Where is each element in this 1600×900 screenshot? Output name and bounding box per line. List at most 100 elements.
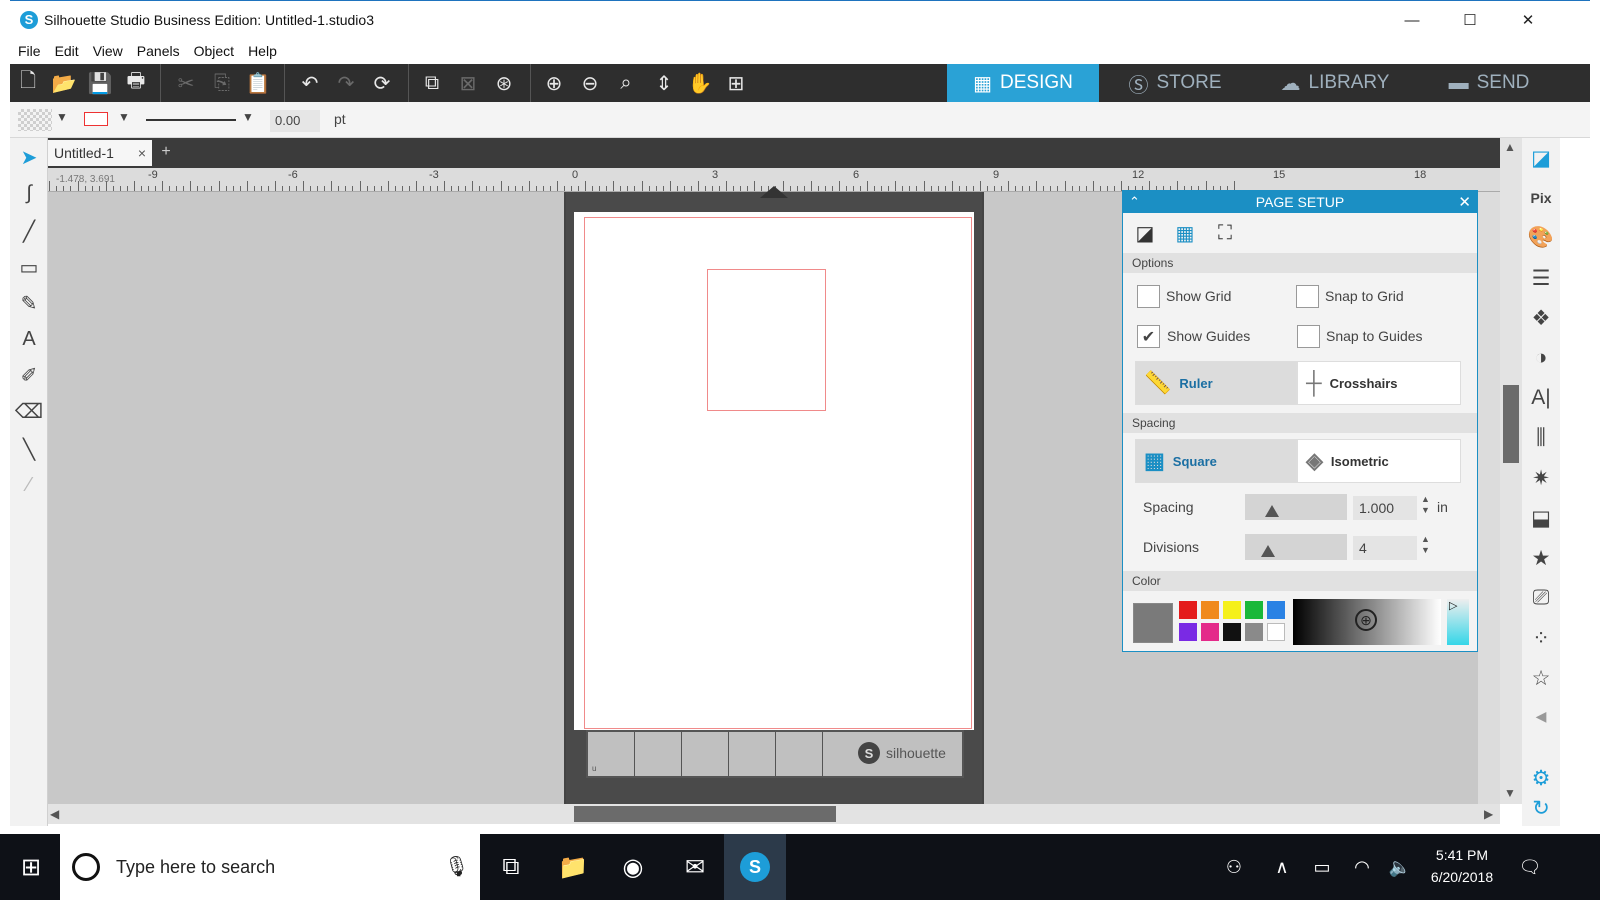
color-swatch[interactable] [1245,623,1263,641]
text-tool-icon[interactable]: A [14,324,44,354]
line-style-dropdown-icon[interactable]: ▼ [242,110,254,124]
print-icon[interactable]: 🖶 [120,67,152,99]
microphone-icon[interactable]: 🎙 [444,854,469,879]
file-explorer-icon[interactable]: 📁 [542,834,604,900]
align-icon[interactable]: ⫼ [1526,422,1556,454]
show-guides-checkbox[interactable]: ✔ [1137,325,1160,348]
add-tab-button[interactable]: + [155,140,177,164]
rectangle-tool-icon[interactable]: ▭ [14,252,44,282]
slider-knob[interactable] [1261,545,1275,557]
line-style-preview[interactable] [146,119,236,121]
undo-icon[interactable]: ↶ [294,67,326,99]
color-swatch[interactable] [1179,601,1197,619]
scroll-left-icon[interactable]: ◀ [50,807,59,821]
battery-icon[interactable]: ▭ [1306,834,1338,900]
silhouette-app-icon[interactable]: S [724,834,786,900]
color-swatch[interactable] [1223,601,1241,619]
square-grid-button[interactable]: ▦ Square [1135,439,1297,483]
crosshairs-style-button[interactable]: ┼ Crosshairs [1297,361,1461,405]
maximize-button[interactable]: ☐ [1442,1,1498,39]
windows-start-icon[interactable]: ⊞ [0,834,62,900]
cut-icon[interactable]: ✂ [170,67,202,99]
line-color-dropdown-icon[interactable]: ▼ [118,110,130,124]
divisions-input[interactable]: 4 [1353,536,1417,560]
scroll-right-icon[interactable]: ▶ [1484,807,1493,821]
wifi-icon[interactable]: ◠ [1346,834,1378,900]
volume-icon[interactable]: 🔈 [1384,834,1416,900]
spacing-slider[interactable] [1245,494,1347,520]
ruler-style-button[interactable]: 📏 Ruler [1135,361,1297,405]
redo-icon[interactable]: ↷ [330,67,362,99]
snap-to-grid-checkbox[interactable] [1296,285,1319,308]
collapse-chevron-icon[interactable]: ⌃ [1129,194,1140,210]
collapse-arrow-icon[interactable]: ◀ [1526,700,1556,732]
color-picker-target-icon[interactable]: ⊕ [1355,609,1377,631]
copy-icon[interactable]: ⎘ [206,67,238,99]
color-swatch[interactable] [1267,623,1285,641]
edit-points-icon[interactable]: ∫ [14,178,44,208]
select-all-icon[interactable]: ⧉ [416,67,448,99]
color-gradient-picker[interactable]: ⊕ [1293,599,1441,645]
hue-marker-icon[interactable]: ▷ [1449,599,1457,612]
divisions-slider[interactable] [1245,534,1347,560]
tab-send[interactable]: ▬ SEND [1419,64,1559,102]
tab-store[interactable]: Ⓢ STORE [1099,64,1251,102]
people-icon[interactable]: ⚇ [1216,834,1252,900]
fit-to-page-icon[interactable]: ⇕ [648,67,680,99]
select-by-color-icon[interactable]: ⊛ [488,67,520,99]
spacing-input[interactable]: 1.000 [1353,496,1417,520]
page-setup-icon[interactable]: ◪ [1526,142,1556,174]
fill-dropdown-icon[interactable]: ▼ [56,110,68,124]
trace-icon[interactable]: ⎚ [1526,582,1556,614]
color-swatch[interactable] [1179,623,1197,641]
transparency-icon[interactable]: ◑ [1526,342,1556,374]
select-arrow-icon[interactable]: ➤ [14,142,44,172]
vertical-scroll-thumb[interactable] [1503,385,1519,463]
replicate-icon[interactable]: ✷ [1526,462,1556,494]
taskbar-clock[interactable]: 5:41 PM 6/20/2018 [1422,844,1502,888]
line-color-swatch[interactable] [84,112,108,126]
open-folder-icon[interactable]: 📂 [48,67,80,99]
line-tool-icon[interactable]: ╱ [14,216,44,246]
menu-panels[interactable]: Panels [137,43,180,59]
rhinestone-icon[interactable]: ⁘ [1526,622,1556,654]
isometric-grid-button[interactable]: ◈ Isometric [1297,439,1461,483]
tab-design[interactable]: ▦ DESIGN [947,64,1099,102]
scroll-down-icon[interactable]: ▼ [1504,786,1516,800]
color-swatch[interactable] [1223,623,1241,641]
current-grid-color-swatch[interactable] [1133,603,1173,643]
divisions-stepper[interactable]: ▲ ▼ [1421,534,1430,556]
vertical-scrollbar[interactable]: ▲ ▼ [1500,138,1522,804]
zoom-out-icon[interactable]: ⊖ [574,67,606,99]
slider-knob[interactable] [1265,505,1279,517]
favorites-star-icon[interactable]: ☆ [1526,662,1556,694]
color-swatch[interactable] [1201,601,1219,619]
eyedropper-tool-icon[interactable]: ⁄ [14,470,44,500]
menu-view[interactable]: View [93,43,123,59]
menu-edit[interactable]: Edit [55,43,79,59]
fill-pattern-icon[interactable]: ❖ [1526,302,1556,334]
close-tab-icon[interactable]: × [138,145,146,161]
fill-pattern-swatch[interactable] [18,109,52,131]
task-view-icon[interactable]: ⧉ [480,834,542,900]
deselect-icon[interactable]: ⊠ [452,67,484,99]
close-panel-icon[interactable]: ✕ [1458,193,1471,211]
pixscan-icon[interactable]: Pix [1526,182,1556,214]
taskbar-search[interactable]: Type here to search 🎙 [60,834,480,900]
show-grid-checkbox[interactable] [1137,285,1160,308]
knife-tool-icon[interactable]: ╲ [14,434,44,464]
color-swatch[interactable] [1267,601,1285,619]
tray-expand-icon[interactable]: ∧ [1266,834,1298,900]
pan-hand-icon[interactable]: ✋ [684,67,716,99]
fill-color-palette-icon[interactable]: 🎨 [1526,222,1556,254]
pencil-tool-icon[interactable]: ✎ [14,288,44,318]
spacing-stepper[interactable]: ▲ ▼ [1421,494,1430,516]
menu-file[interactable]: File [18,43,41,59]
new-file-icon[interactable]: 🗋 [12,67,44,99]
minimize-button[interactable]: — [1384,1,1440,39]
refresh-icon[interactable]: ↻ [1526,792,1556,824]
page-tab-icon[interactable]: ◪ [1129,217,1161,249]
add-page-icon[interactable]: ⊞ [720,67,752,99]
text-style-icon[interactable]: A| [1526,382,1556,414]
color-swatch[interactable] [1201,623,1219,641]
